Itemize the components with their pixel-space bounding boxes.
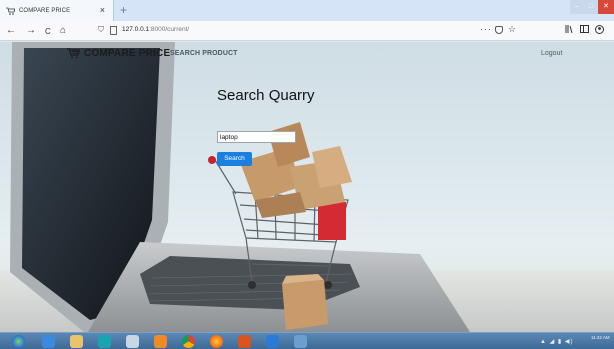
windows-taskbar: ▲ ◢ ▮ ◀) 11:42 AM [0, 332, 614, 349]
paint-icon[interactable] [126, 335, 139, 348]
cart-favicon-icon [6, 7, 15, 15]
folder-icon[interactable] [70, 335, 83, 348]
browser-navbar: ← → C ⌂ ⛉ 127.0.0.1:8000/current/ ··· ☆ [0, 21, 614, 41]
system-tray-icons[interactable]: ▲ ◢ ▮ ◀) [540, 338, 573, 345]
reload-icon[interactable]: C [45, 25, 51, 38]
search-button[interactable]: Search [217, 152, 252, 166]
ie-icon[interactable] [42, 335, 55, 348]
arduino-icon[interactable] [98, 335, 111, 348]
matlab-icon[interactable] [238, 335, 251, 348]
new-tab-button[interactable]: + [120, 3, 127, 17]
nav-search-product-link[interactable]: SEARCH PRODUCT [170, 50, 238, 57]
cart-logo-icon [67, 48, 80, 59]
taskbar-clock[interactable]: 11:42 AM [591, 335, 610, 341]
url-text[interactable]: 127.0.0.1:8000/current/ [122, 26, 189, 33]
page-title: Search Quarry [217, 87, 315, 104]
page-actions-icon[interactable]: ··· [480, 24, 492, 34]
library-icon[interactable] [565, 25, 574, 35]
laptop-cart-background-image [0, 42, 614, 332]
start-orb-icon[interactable] [12, 335, 25, 348]
window-minimize-button[interactable]: – [570, 0, 584, 14]
tab-close-icon[interactable]: × [100, 5, 105, 15]
window-close-button[interactable]: ✕ [598, 0, 614, 14]
window-maximize-button[interactable]: □ [584, 0, 598, 14]
sidebar-icon[interactable] [580, 25, 589, 35]
browser-tab-strip: COMPARE PRICE × + – □ ✕ [0, 0, 614, 21]
media-icon[interactable] [154, 335, 167, 348]
tab-title: COMPARE PRICE [19, 7, 71, 14]
chrome-icon[interactable] [182, 335, 195, 348]
logout-link[interactable]: Logout [541, 50, 562, 57]
vscode-icon[interactable] [266, 335, 279, 348]
search-input[interactable] [217, 131, 296, 143]
tab-compare-price[interactable]: COMPARE PRICE × [0, 0, 114, 21]
page-content: COMPARE PRICE SEARCH PRODUCT Logout Sear… [0, 42, 614, 332]
page-info-icon[interactable] [110, 26, 117, 35]
back-icon[interactable]: ← [6, 24, 16, 37]
home-icon[interactable]: ⌂ [60, 24, 66, 37]
brand-name: COMPARE PRICE [84, 48, 171, 59]
python-icon[interactable] [294, 335, 307, 348]
bookmark-star-icon[interactable]: ☆ [508, 24, 516, 35]
firefox-icon[interactable] [210, 335, 223, 348]
pocket-icon[interactable] [495, 26, 503, 34]
account-icon[interactable] [595, 25, 604, 36]
brand[interactable]: COMPARE PRICE [67, 48, 170, 59]
forward-icon[interactable]: → [26, 24, 36, 37]
url-bar[interactable]: ⛉ 127.0.0.1:8000/current/ ··· ☆ [98, 24, 528, 38]
shield-icon: ⛉ [98, 25, 104, 34]
